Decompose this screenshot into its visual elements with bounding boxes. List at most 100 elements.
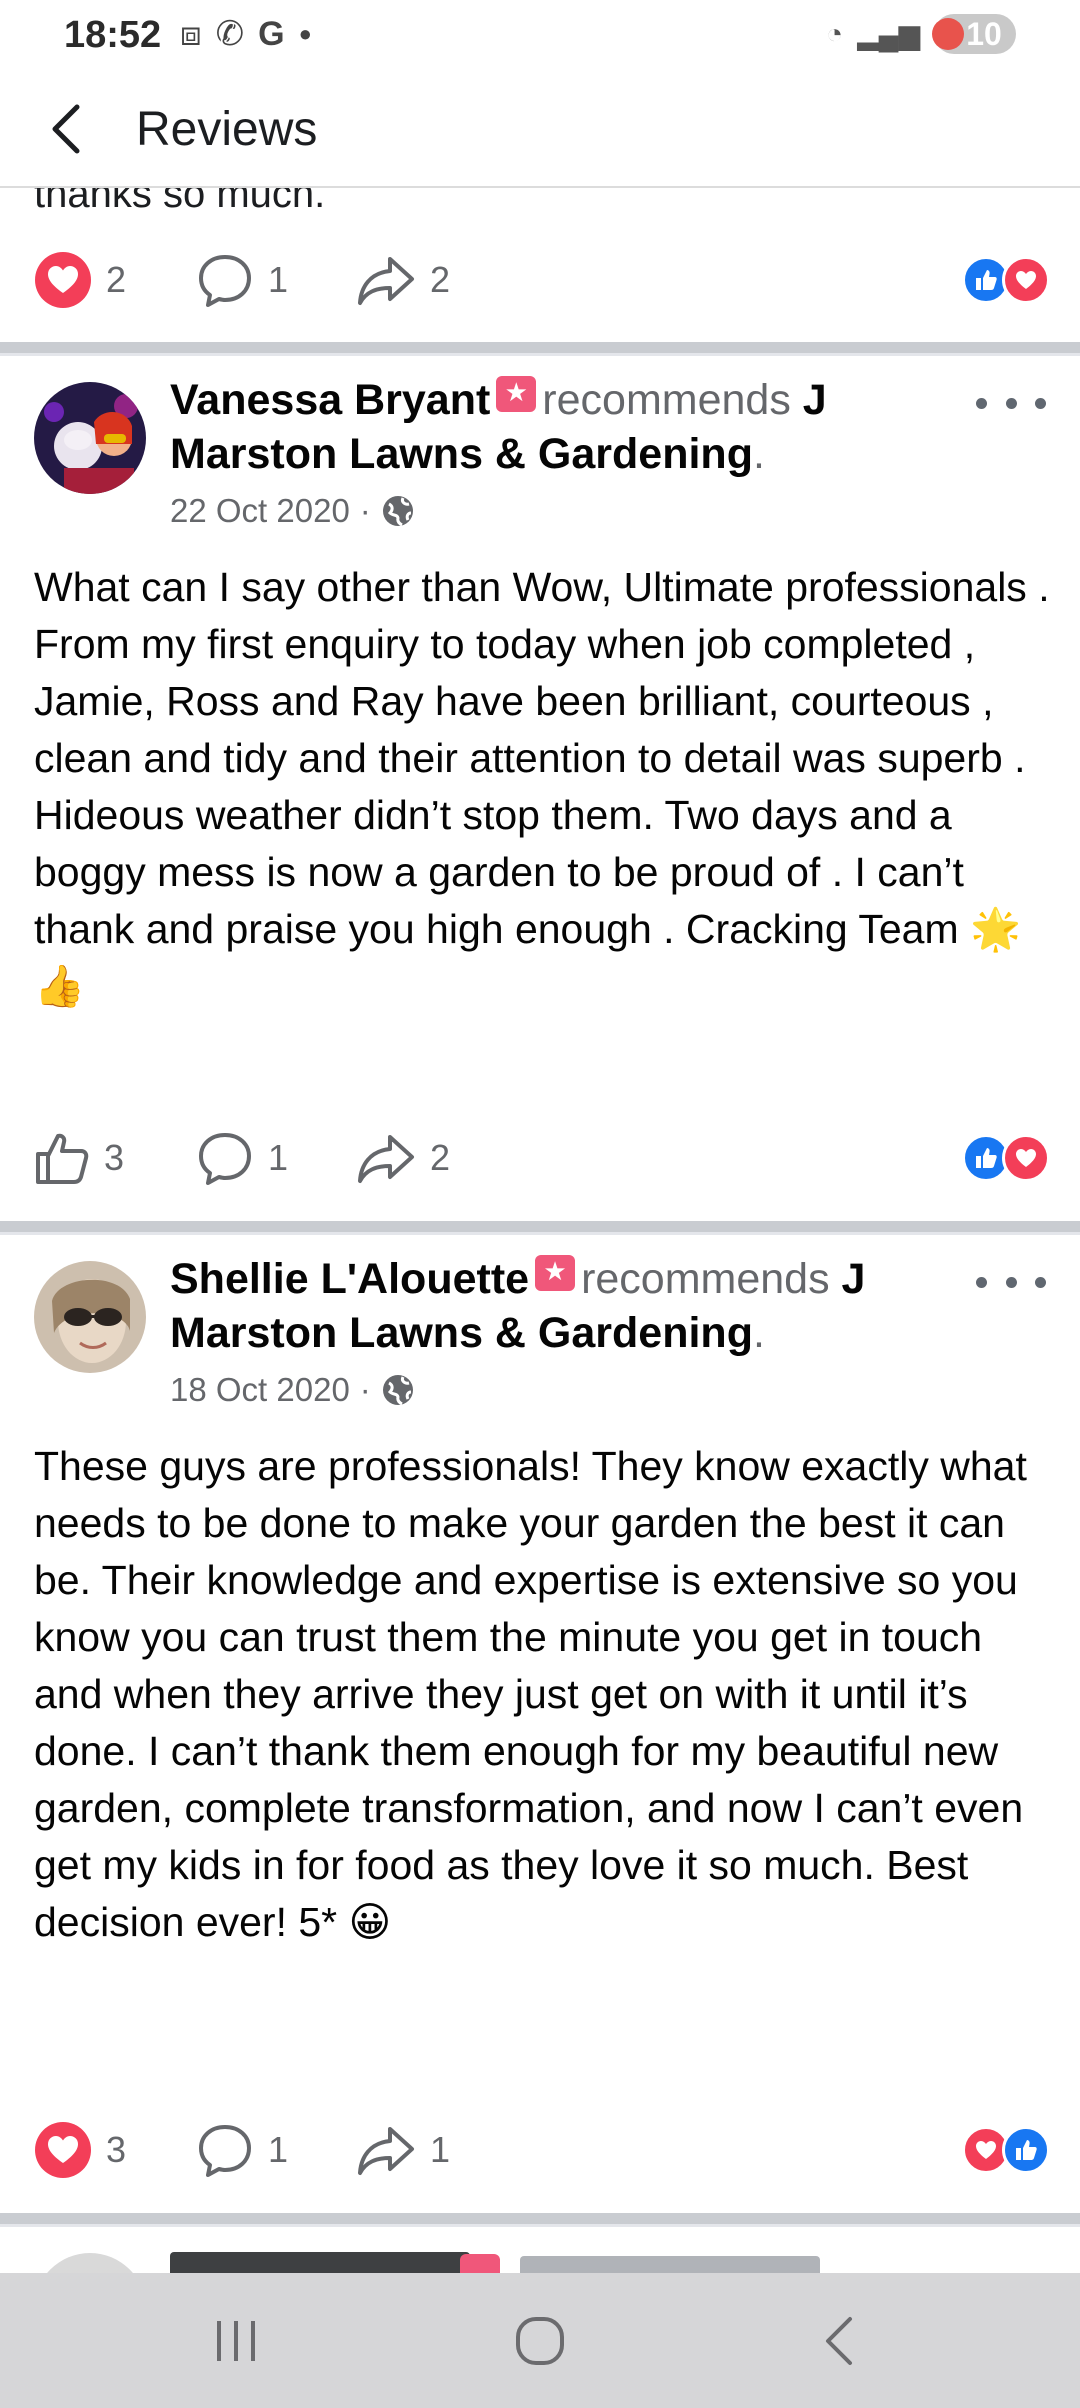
recommends-label: recommends (581, 1255, 830, 1303)
comment-icon (199, 255, 251, 307)
reaction-summary[interactable] (962, 2126, 1052, 2176)
share-icon (358, 2127, 414, 2175)
dot-icon (1005, 397, 1017, 409)
comment-button[interactable]: 1 (196, 2110, 288, 2190)
reaction-summary[interactable] (962, 256, 1052, 306)
recent-apps-button[interactable] (186, 2303, 286, 2379)
reaction-count: 2 (106, 259, 127, 300)
share-button[interactable]: 2 (356, 1118, 450, 1198)
reaction-count: 3 (106, 2129, 127, 2170)
post-actions: 3 1 1 (0, 2110, 1080, 2190)
post-actions: 3 1 2 (0, 1118, 1080, 1198)
recommend-badge-icon (496, 374, 537, 412)
post-header: Shellie L'Alouetterecommends J Marston L… (170, 1252, 990, 1360)
share-button[interactable]: 2 (356, 240, 450, 320)
review-post: Shellie L'Alouetterecommends J Marston L… (0, 1238, 1080, 2238)
post-divider (0, 1221, 1080, 1235)
comment-count: 1 (268, 259, 289, 300)
share-count: 2 (430, 1137, 451, 1178)
recommends-label: recommends (542, 376, 791, 424)
share-count: 2 (430, 259, 451, 300)
love-reaction-icon (1002, 1134, 1050, 1182)
previous-post-actions: 2 1 2 (0, 240, 1080, 320)
recommend-badge-icon (460, 2254, 500, 2273)
dot-icon: ● (298, 21, 312, 46)
author-name[interactable]: Vanessa Bryant (170, 376, 490, 424)
period: . (752, 1309, 765, 1357)
like-reaction-icon (1002, 2126, 1050, 2174)
battery-indicator: 10 (932, 14, 1016, 54)
dot-icon (1035, 1276, 1046, 1288)
share-icon (358, 257, 414, 305)
post-meta: 22 Oct 2020 · (170, 492, 415, 530)
review-text: These guys are professionals! They know … (34, 1443, 1027, 1945)
share-button[interactable]: 1 (356, 2110, 450, 2190)
whatsapp-icon: ✆ (215, 15, 245, 53)
love-reaction-button[interactable]: 2 (34, 240, 126, 320)
home-icon (516, 2317, 564, 2365)
battery-level: 10 (966, 15, 1002, 52)
status-right: ◔ ▂▄▆ 10 (826, 14, 1016, 54)
post-divider (0, 2213, 1080, 2227)
comment-count: 1 (268, 1137, 289, 1178)
more-options-button[interactable] (976, 1262, 1046, 1302)
comment-icon (199, 1133, 251, 1185)
back-nav-button[interactable] (790, 2303, 890, 2379)
avatar[interactable] (34, 382, 146, 494)
share-icon (358, 1135, 414, 1183)
dot-icon (976, 1276, 987, 1288)
status-bar: 18:52 ⧈ ✆ G ● ◔ ▂▄▆ 10 (0, 0, 1080, 72)
post-date[interactable]: 22 Oct 2020 (170, 492, 350, 530)
post-header: Vanessa Bryantrecommends J Marston Lawns… (170, 373, 990, 481)
review-post: Vanessa Bryantrecommends J Marston Lawns… (0, 359, 1080, 1059)
meta-separator: · (359, 492, 371, 529)
heart-icon (35, 2122, 91, 2178)
like-button[interactable]: 3 (34, 1118, 124, 1198)
recommends-label-cropped (520, 2256, 820, 2273)
system-navigation-bar (0, 2273, 1080, 2408)
back-arrow-icon (52, 104, 80, 154)
home-button[interactable] (490, 2303, 590, 2379)
google-icon: G (258, 15, 285, 53)
battery-saver-icon (932, 18, 964, 50)
recent-apps-icon (217, 2321, 255, 2361)
next-review-post-partial (0, 2230, 1080, 2273)
meta-separator: · (359, 1371, 371, 1408)
globe-icon (382, 496, 413, 527)
status-time: 18:52 (64, 14, 162, 56)
comment-icon (199, 2125, 251, 2177)
love-reaction-button[interactable]: 3 (34, 2110, 126, 2190)
comment-button[interactable]: 1 (196, 240, 288, 320)
avatar[interactable] (34, 1261, 146, 1373)
more-options-button[interactable] (976, 383, 1046, 423)
comment-button[interactable]: 1 (196, 1118, 288, 1198)
screenshot-icon: ⧈ (180, 15, 202, 53)
avatar[interactable] (34, 2253, 146, 2273)
dot-icon (1005, 1276, 1017, 1288)
reviews-feed[interactable]: thanks so much. 2 1 2 Vanessa Bryant★ re… (0, 188, 1080, 2273)
back-button[interactable] (30, 94, 100, 164)
post-date[interactable]: 18 Oct 2020 (170, 1371, 350, 1409)
wifi-icon: ◔ (826, 18, 844, 49)
comment-count: 1 (268, 2129, 289, 2170)
notification-icons: ⧈ ✆ G ● (180, 16, 312, 52)
share-count: 1 (430, 2129, 451, 2170)
dot-icon (976, 397, 987, 409)
dot-icon (1035, 397, 1046, 409)
reaction-count: 3 (104, 1137, 125, 1178)
thumbs-up-icon (36, 1133, 89, 1184)
author-name[interactable]: Shellie L'Alouette (170, 1255, 529, 1303)
previous-post-text: thanks so much. (34, 188, 326, 216)
reaction-summary[interactable] (962, 1134, 1052, 1184)
heart-icon (35, 252, 91, 308)
recommend-badge-icon (535, 1253, 576, 1291)
author-name-cropped (170, 2252, 470, 2273)
signal-icon: ▂▄▆ (857, 18, 920, 50)
review-text: What can I say other than Wow, Ultimate … (34, 564, 1050, 1009)
page-title: Reviews (136, 103, 318, 156)
love-reaction-icon (1002, 256, 1050, 304)
globe-icon (382, 1375, 413, 1406)
back-nav-icon (826, 2317, 852, 2365)
post-divider (0, 342, 1080, 356)
period: . (752, 430, 765, 478)
